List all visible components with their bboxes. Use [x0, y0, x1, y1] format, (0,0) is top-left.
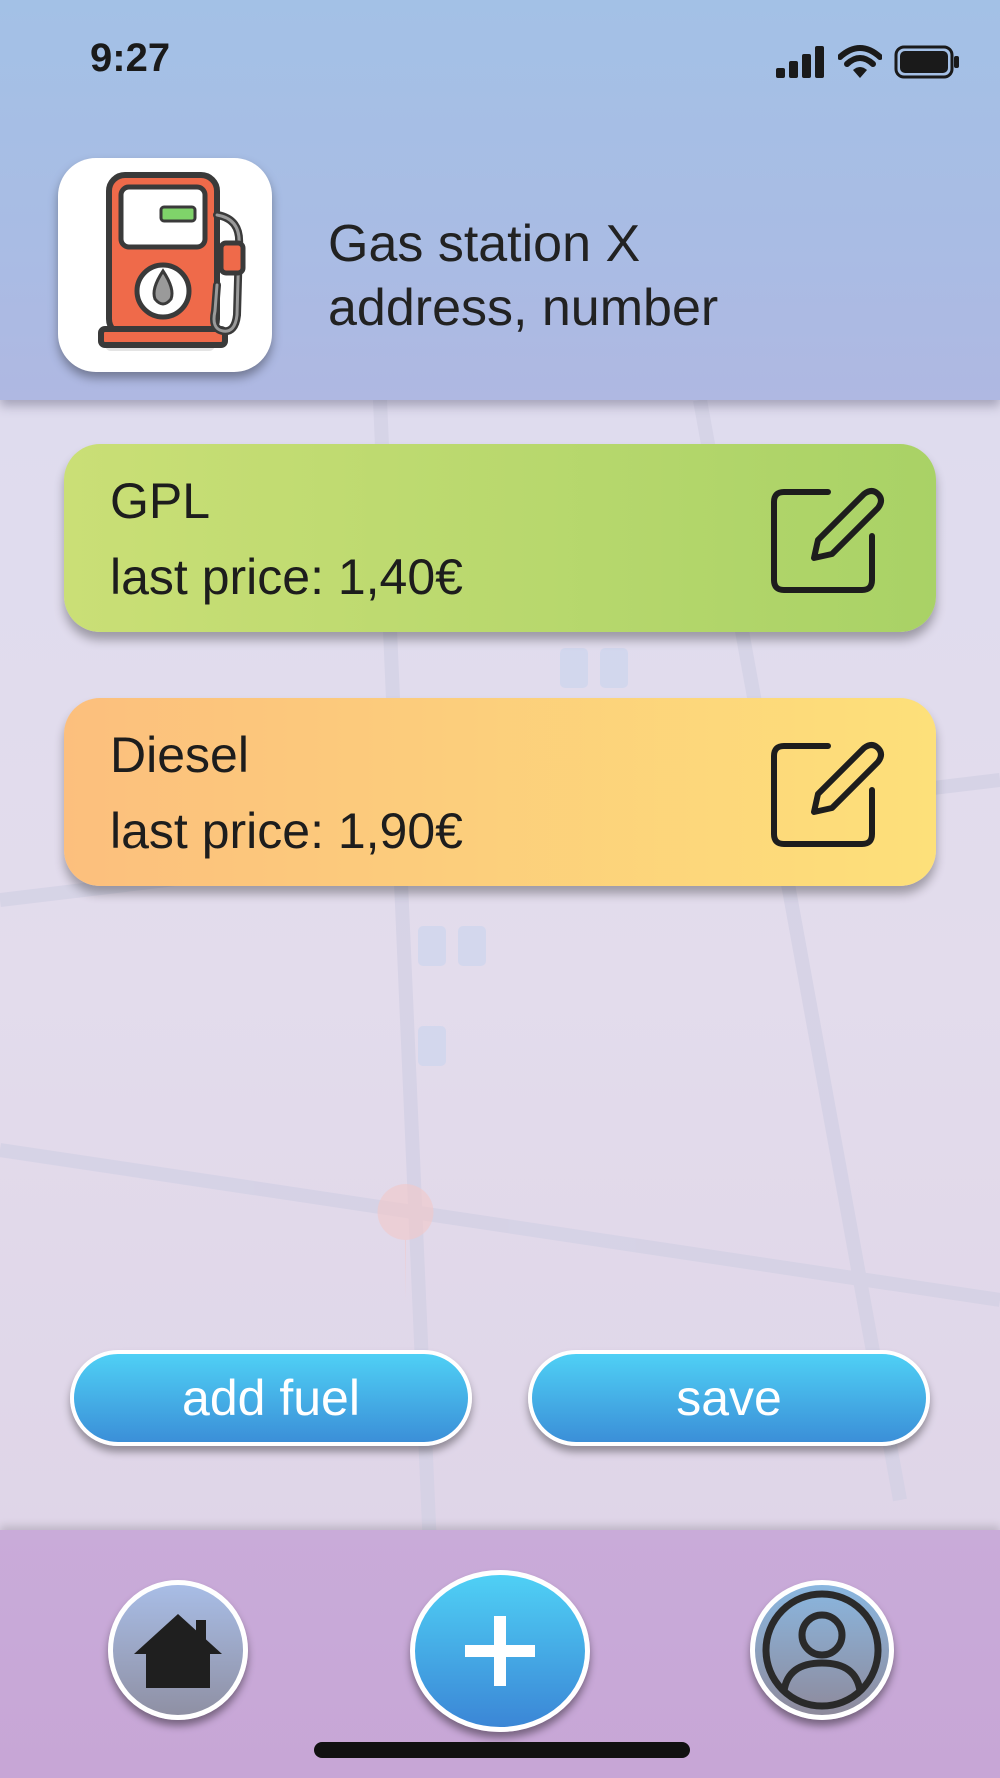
- fuel-last-price: last price: 1,90€: [110, 803, 463, 859]
- header: 9:27 Gas station X address, number: [0, 0, 1000, 400]
- edit-icon[interactable]: [766, 480, 886, 600]
- nav-home-button[interactable]: [108, 1580, 248, 1720]
- save-button[interactable]: save: [528, 1350, 930, 1446]
- home-indicator: [314, 1742, 690, 1758]
- fuel-card-diesel[interactable]: Diesel last price: 1,90€: [64, 698, 936, 886]
- fuel-last-price: last price: 1,40€: [110, 549, 463, 605]
- nav-add-button[interactable]: [410, 1570, 590, 1732]
- nav-profile-button[interactable]: [750, 1580, 894, 1720]
- fuel-name: Diesel: [110, 727, 249, 783]
- edit-icon[interactable]: [766, 734, 886, 854]
- app-icon: [58, 158, 272, 372]
- home-icon: [134, 1614, 222, 1688]
- station-address: address, number: [328, 279, 719, 337]
- station-info: Gas station X address, number: [328, 212, 718, 340]
- user-icon: [762, 1590, 882, 1710]
- gas-pump-icon: [98, 172, 246, 351]
- signal-icon: [776, 46, 824, 78]
- status-time: 9:27: [90, 36, 171, 80]
- battery-icon: [894, 45, 959, 79]
- wifi-icon: [838, 45, 882, 78]
- station-name: Gas station X: [328, 215, 641, 273]
- status-icons: [776, 44, 960, 80]
- plus-icon: [465, 1616, 535, 1686]
- fuel-name: GPL: [110, 473, 211, 529]
- add-fuel-button[interactable]: add fuel: [70, 1350, 472, 1446]
- fuel-card-gpl[interactable]: GPL last price: 1,40€: [64, 444, 936, 632]
